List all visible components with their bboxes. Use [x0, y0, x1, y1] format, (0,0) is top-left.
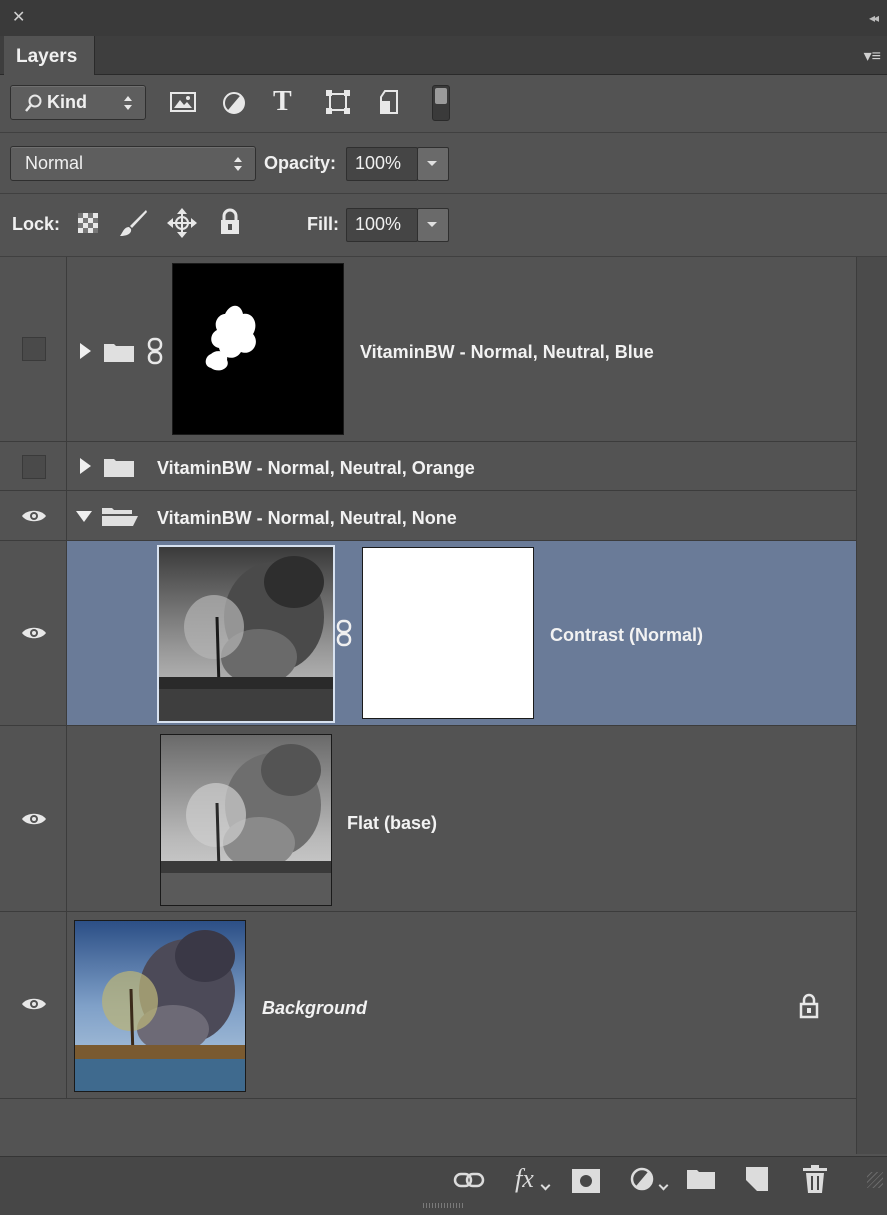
blend-mode-value: Normal [25, 153, 84, 173]
fill-value: 100% [355, 214, 402, 234]
layer-name[interactable]: Flat (base) [347, 813, 437, 834]
stepper-arrows-icon [234, 157, 242, 171]
layer-row[interactable]: VitaminBW - Normal, Neutral, Orange [0, 442, 856, 491]
layer-name[interactable]: VitaminBW - Normal, Neutral, Blue [360, 342, 654, 363]
fill-dropdown-button[interactable] [417, 208, 449, 242]
collapse-icon[interactable]: ◂◂ [869, 12, 879, 24]
expand-arrow-icon[interactable] [80, 458, 91, 474]
layer-thumbnail[interactable] [74, 920, 246, 1092]
color-photo-thumbnail [75, 921, 245, 1091]
panel-resize-grip[interactable] [423, 1203, 463, 1208]
adjustment-layer-icon[interactable] [629, 1166, 655, 1192]
bw-photo-thumbnail [159, 547, 333, 721]
layer-row-selected[interactable]: Contrast (Normal) [0, 541, 856, 726]
close-icon[interactable]: ✕ [12, 10, 25, 26]
open-folder-icon [102, 508, 138, 526]
opacity-value: 100% [355, 153, 402, 173]
shape-filter-icon[interactable] [325, 89, 351, 115]
layer-row[interactable]: VitaminBW - Normal, Neutral, None [0, 491, 856, 541]
chain-link-icon[interactable] [146, 337, 164, 365]
lock-brush-icon[interactable] [118, 208, 148, 238]
layer-mask-thumbnail[interactable] [172, 263, 344, 435]
panel-menu-icon[interactable]: ▾≡ [864, 46, 881, 66]
folder-icon [104, 459, 134, 477]
type-filter-icon[interactable]: T [273, 86, 292, 118]
trash-icon[interactable] [802, 1164, 828, 1194]
filter-toggle-knob [435, 88, 447, 104]
visibility-toggle[interactable] [22, 455, 46, 479]
layer-row[interactable]: Background [0, 912, 856, 1099]
fx-icon[interactable]: fx [515, 1164, 534, 1194]
fill-label: Fill: [307, 214, 339, 234]
layer-lock-icon [799, 993, 819, 1019]
eye-icon[interactable] [21, 996, 47, 1012]
collapse-arrow-icon[interactable] [76, 511, 92, 522]
lock-all-icon[interactable] [219, 208, 241, 236]
resize-corner[interactable] [867, 1172, 883, 1188]
layer-name[interactable]: VitaminBW - Normal, Neutral, Orange [157, 458, 475, 479]
layer-name[interactable]: Contrast (Normal) [550, 625, 703, 646]
tab-layers[interactable]: Layers [4, 36, 95, 75]
kind-label: Kind [47, 92, 87, 112]
layer-name[interactable]: VitaminBW - Normal, Neutral, None [157, 508, 457, 529]
stepper-arrows-icon [124, 96, 132, 110]
blend-mode-select[interactable]: Normal [10, 146, 256, 181]
smart-object-filter-icon[interactable] [377, 89, 401, 115]
layers-empty-area [0, 1099, 856, 1155]
visibility-toggle[interactable] [22, 337, 46, 361]
search-icon [25, 94, 42, 112]
bw-photo-thumbnail [161, 735, 331, 905]
panel-titlebar [0, 0, 887, 37]
adjustment-filter-icon[interactable] [222, 91, 246, 115]
chain-link-icon[interactable] [335, 619, 353, 647]
layer-thumbnail[interactable] [160, 734, 332, 906]
add-mask-icon[interactable] [571, 1168, 601, 1194]
scrollbar-track[interactable] [856, 257, 887, 1154]
layer-thumbnail[interactable] [157, 545, 335, 723]
image-filter-icon[interactable] [170, 90, 196, 114]
lock-transparency-icon[interactable] [77, 212, 99, 234]
expand-arrow-icon[interactable] [80, 343, 91, 359]
eye-icon[interactable] [21, 508, 47, 524]
layer-mask-thumbnail[interactable] [362, 547, 534, 719]
fill-input[interactable]: 100% [346, 208, 418, 242]
layer-name[interactable]: Background [262, 998, 367, 1019]
folder-icon [104, 344, 134, 362]
lock-move-icon[interactable] [167, 208, 197, 238]
mask-shape [205, 305, 256, 371]
tab-layers-label: Layers [16, 46, 78, 67]
tab-row [0, 36, 887, 75]
kind-filter-select[interactable]: Kind [10, 85, 146, 120]
eye-icon[interactable] [21, 625, 47, 641]
link-layers-icon[interactable] [453, 1170, 485, 1190]
lock-label: Lock: [12, 214, 61, 234]
layer-row[interactable]: Flat (base) [0, 726, 856, 912]
opacity-dropdown-button[interactable] [417, 147, 449, 181]
opacity-input[interactable]: 100% [346, 147, 418, 181]
new-layer-icon[interactable] [745, 1166, 769, 1192]
eye-icon[interactable] [21, 811, 47, 827]
opacity-label: Opacity: [264, 153, 337, 173]
layer-row[interactable]: VitaminBW - Normal, Neutral, Blue [0, 257, 856, 442]
filter-toggle-switch[interactable] [432, 85, 450, 121]
new-group-icon[interactable] [686, 1168, 716, 1190]
